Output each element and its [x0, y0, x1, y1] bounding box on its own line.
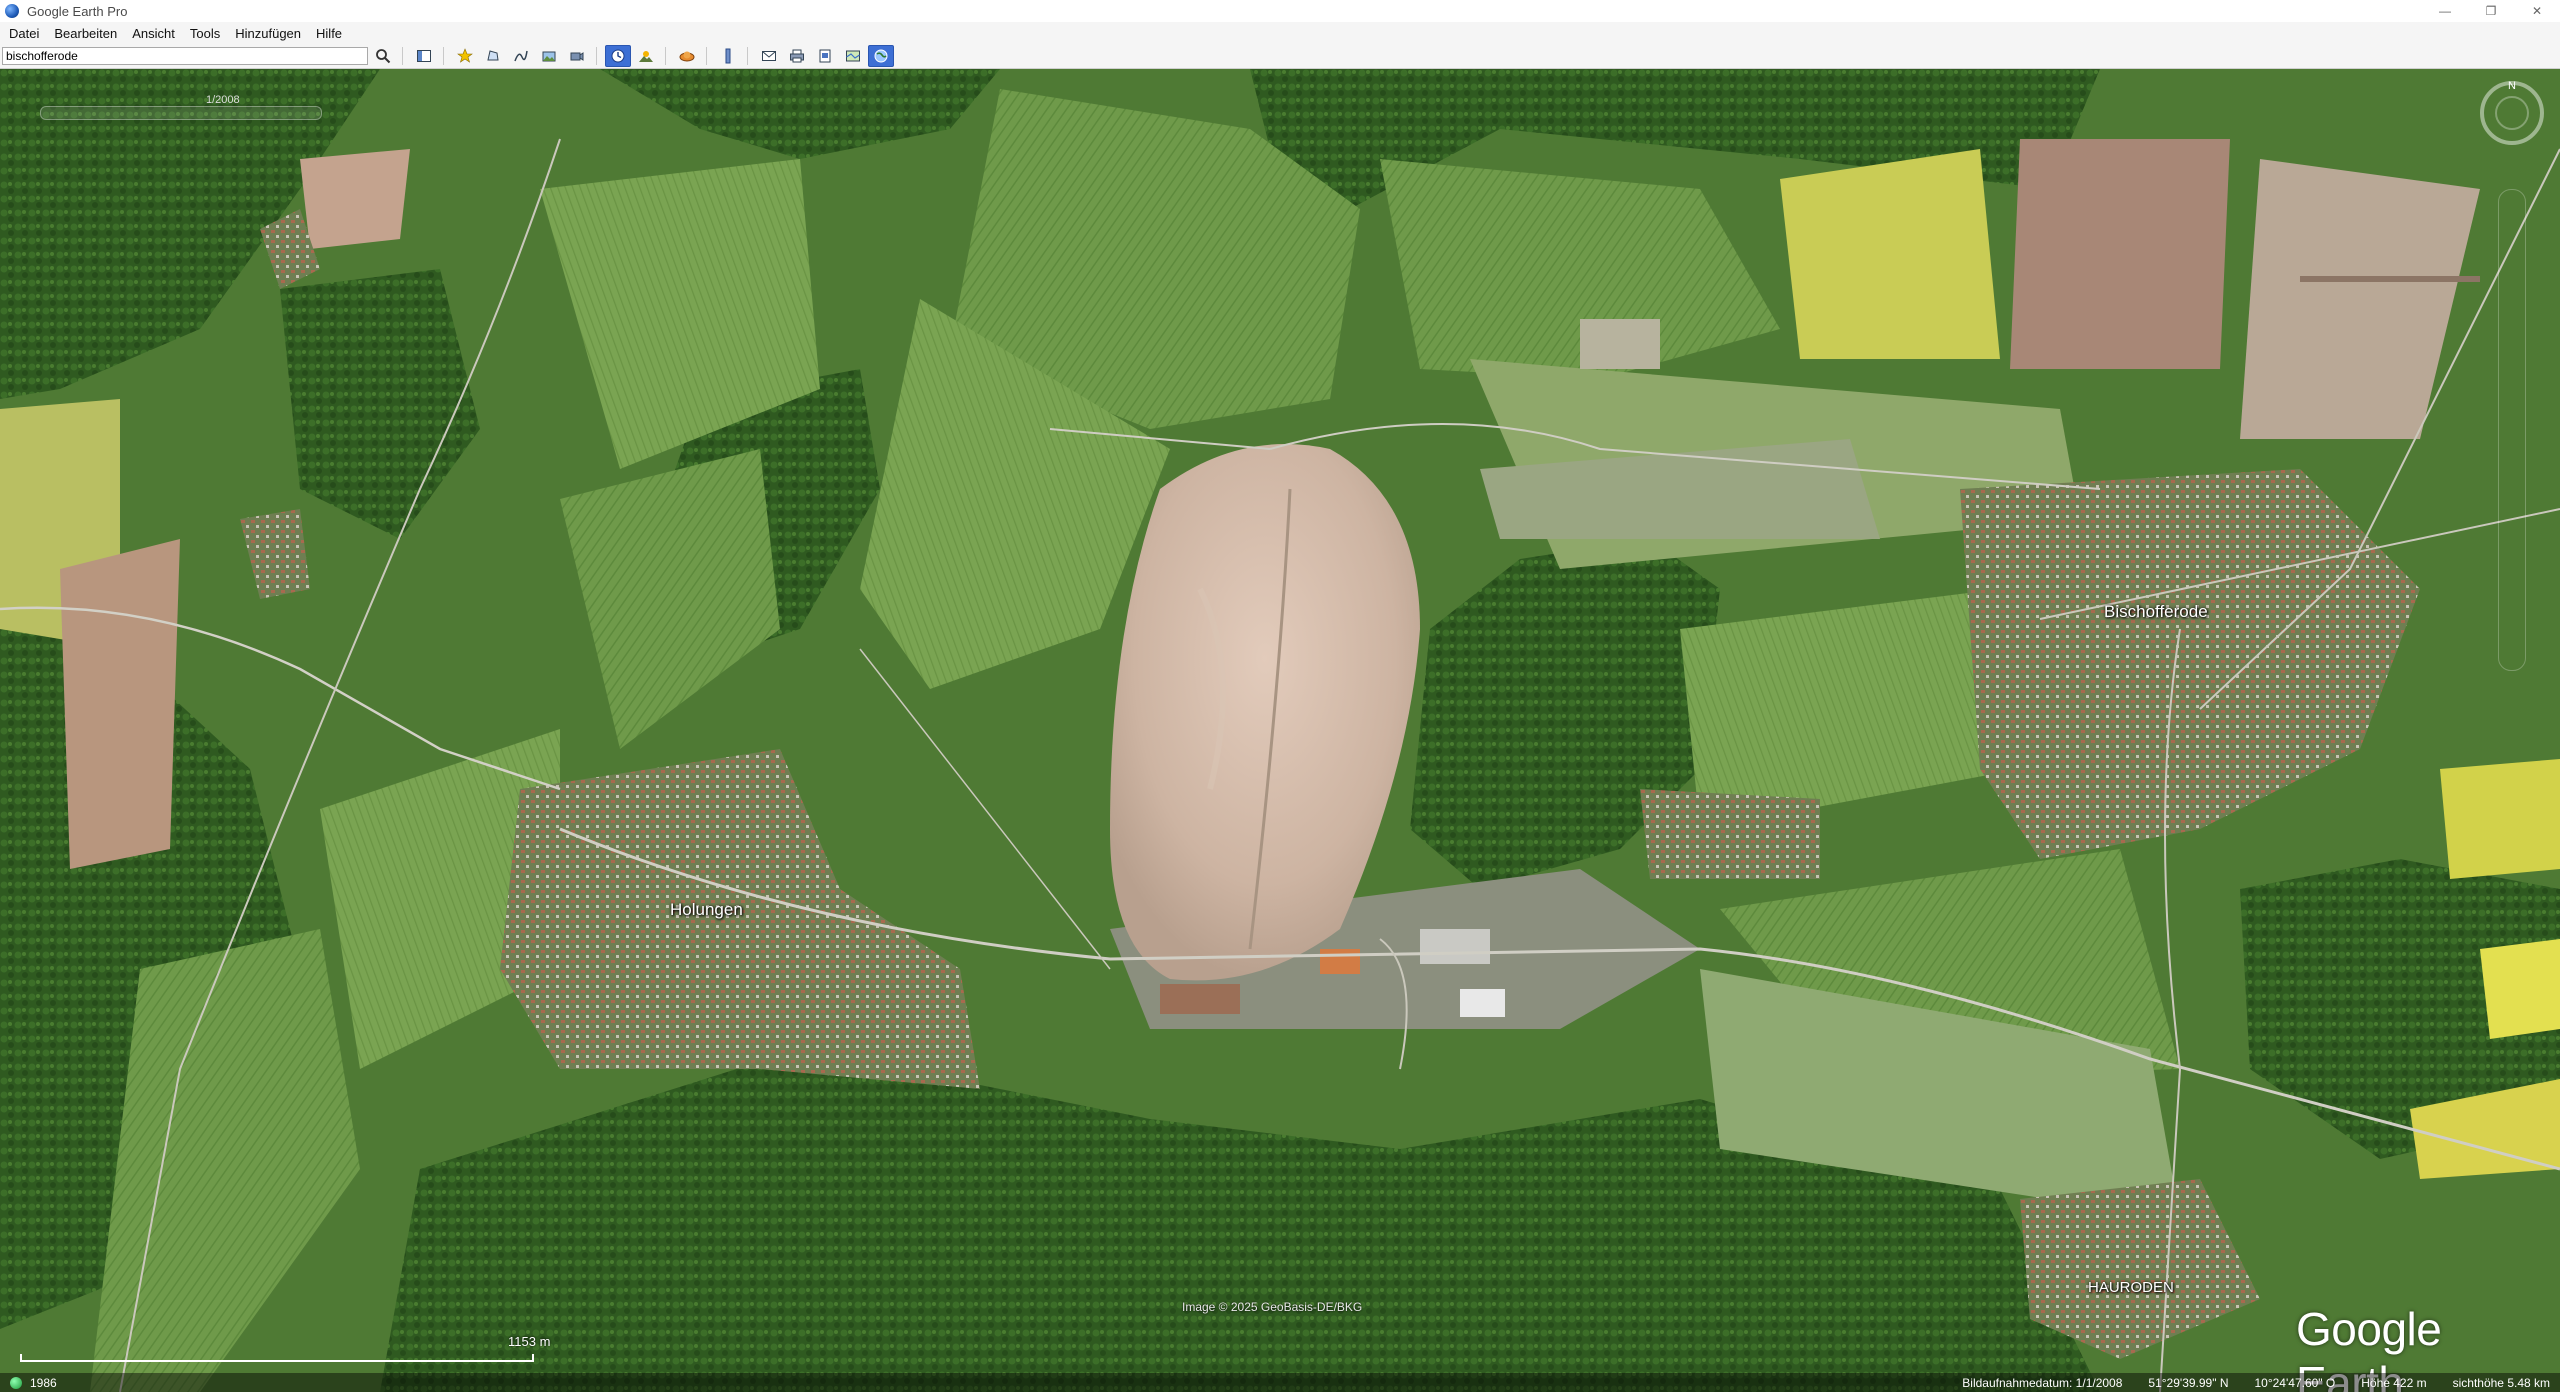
menu-bar: Datei Bearbeiten Ansicht Tools Hinzufüge…	[0, 22, 2560, 44]
menu-tools[interactable]: Tools	[181, 26, 226, 41]
add-image-overlay-button[interactable]	[536, 45, 562, 67]
historical-imagery-slider[interactable]	[40, 106, 322, 120]
tour-camera-icon	[570, 52, 584, 61]
map-icon	[846, 50, 860, 62]
elevation-readout: Höhe 422 m	[2361, 1375, 2427, 1390]
menu-bearbeiten[interactable]: Bearbeiten	[45, 26, 123, 41]
save-image-icon	[819, 49, 831, 63]
sidebar-toggle-button[interactable]	[411, 45, 437, 67]
scale-label: 1153 m	[508, 1334, 551, 1349]
svg-text:N: N	[2508, 80, 2516, 92]
toolbar-separator	[706, 47, 707, 65]
add-path-button[interactable]	[508, 45, 534, 67]
printer-icon	[790, 49, 804, 63]
window-title: Google Earth Pro	[27, 3, 128, 19]
streaming-status-icon	[10, 1376, 22, 1389]
record-tour-button[interactable]	[564, 45, 590, 67]
add-placemark-button[interactable]	[452, 45, 478, 67]
close-button[interactable]: ✕	[2514, 0, 2560, 22]
sunlight-button[interactable]	[633, 45, 659, 67]
search-input[interactable]	[2, 47, 368, 65]
menu-ansicht[interactable]: Ansicht	[123, 26, 181, 41]
place-label-hauroden[interactable]: HAURODEN	[2088, 1279, 2174, 1296]
google-earth-app-icon	[5, 4, 19, 18]
ruler-icon	[725, 48, 731, 64]
menu-datei[interactable]: Datei	[0, 26, 45, 41]
polygon-icon	[487, 50, 499, 61]
compass-icon[interactable]: N	[2476, 75, 2548, 147]
sun-mountain-icon	[639, 51, 653, 62]
search-button[interactable]	[370, 45, 396, 67]
add-polygon-button[interactable]	[480, 45, 506, 67]
save-image-button[interactable]	[812, 45, 838, 67]
toolbar-separator	[747, 47, 748, 65]
view-in-maps-button[interactable]	[840, 45, 866, 67]
menu-hinzufuegen[interactable]: Hinzufügen	[226, 26, 307, 41]
historical-imagery-date: 1/2008	[206, 94, 240, 106]
toolbar-separator	[665, 47, 666, 65]
toolbar-separator	[443, 47, 444, 65]
status-right: Bildaufnahmedatum: 1/1/2008 51°29'39.99"…	[1962, 1376, 2550, 1390]
scale-bar	[20, 1354, 534, 1362]
search-icon	[376, 49, 391, 64]
envelope-icon	[762, 51, 776, 61]
image-credit: Image © 2025 GeoBasis-DE/BKG	[1182, 1300, 1363, 1314]
minimize-button[interactable]: —	[2422, 0, 2468, 22]
earth-view-button[interactable]	[868, 45, 894, 67]
clock-icon	[611, 49, 625, 63]
email-button[interactable]	[756, 45, 782, 67]
title-bar: Google Earth Pro — ❐ ✕	[0, 0, 2560, 23]
planet-icon	[679, 51, 695, 62]
latitude-readout: 51°29'39.99" N	[2148, 1375, 2229, 1390]
status-bar: 1986 Bildaufnahmedatum: 1/1/2008 51°29'3…	[0, 1373, 2560, 1392]
toolbar-separator	[596, 47, 597, 65]
status-year: 1986	[30, 1375, 57, 1390]
placemark-pin-icon	[457, 48, 473, 63]
maximize-button[interactable]: ❐	[2468, 0, 2514, 22]
longitude-readout: 10°24'47.60" O	[2254, 1375, 2336, 1390]
eye-altitude-readout: sichthöhe 5.48 km	[2452, 1375, 2550, 1390]
place-label-holungen[interactable]: Holungen	[670, 900, 743, 920]
imagery-date: Bildaufnahmedatum: 1/1/2008	[1962, 1375, 2123, 1390]
window-controls: — ❐ ✕	[2422, 0, 2560, 22]
print-button[interactable]	[784, 45, 810, 67]
toolbar-separator	[402, 47, 403, 65]
sidebar-icon	[417, 50, 431, 62]
map-viewport[interactable]: 1/2008 Holungen Bischofferode HAURODEN I…	[0, 69, 2560, 1392]
globe-icon	[874, 49, 888, 63]
ruler-button[interactable]	[715, 45, 741, 67]
path-icon	[514, 50, 528, 62]
status-left: 1986	[10, 1376, 57, 1390]
switch-planet-button[interactable]	[674, 45, 700, 67]
satellite-imagery	[0, 69, 2560, 1392]
historical-imagery-button[interactable]	[605, 45, 631, 67]
toolbar	[0, 44, 2560, 69]
place-label-bischofferode[interactable]: Bischofferode	[2104, 602, 2208, 622]
menu-hilfe[interactable]: Hilfe	[307, 26, 348, 41]
image-overlay-icon	[542, 51, 556, 62]
zoom-slider[interactable]	[2498, 189, 2526, 671]
